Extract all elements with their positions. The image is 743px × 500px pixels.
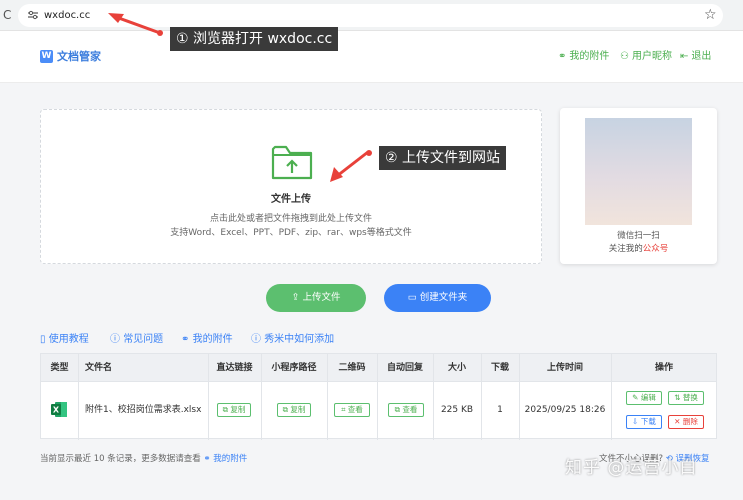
copy-label: 复制 — [290, 405, 306, 414]
folder-upload-icon — [271, 145, 313, 180]
col-filename: 文件名 — [85, 363, 113, 373]
help-link-label: 秀米中如何添加 — [264, 334, 335, 345]
delete-button[interactable]: ✕ 删除 — [668, 415, 704, 429]
copy-mini-path-button[interactable]: ⧉ 复制 — [277, 403, 311, 417]
help-link-xiumi[interactable]: ⓘ 秀米中如何添加 — [251, 333, 334, 347]
view-auto-reply-button[interactable]: ⧉ 查看 — [388, 403, 424, 417]
view-label: 查看 — [402, 405, 418, 414]
col-type: 类型 — [50, 363, 69, 373]
qr-caption-follow: 关注我的公众号 — [560, 242, 717, 254]
col-qrcode: 二维码 — [338, 363, 366, 373]
help-link-label: 常见问题 — [123, 334, 164, 345]
col-upload-time: 上传时间 — [546, 363, 583, 373]
excel-icon: X — [51, 402, 67, 417]
help-link-faq[interactable]: ⓘ 常见问题 — [110, 333, 163, 347]
replace-label: 替换 — [682, 393, 698, 402]
file-name-cell[interactable]: 附件1、校招岗位需求表.xlsx — [78, 382, 208, 439]
logout-icon: ⇤ — [680, 51, 689, 62]
footer-note-text: 当前显示最近 10 条记录，更多数据请查看 — [40, 454, 201, 464]
nav-label: 我的附件 — [569, 51, 610, 62]
link-icon: ⚭ — [558, 51, 567, 62]
view-label: 查看 — [347, 405, 363, 414]
annotation-step-2: ② 上传文件到网站 — [379, 146, 507, 170]
help-link-my-attachments[interactable]: ⚭ 我的附件 — [181, 333, 233, 347]
qr-caption-prefix: 关注我的 — [608, 244, 643, 254]
annotation-step-1: ① 浏览器打开 wxdoc.cc — [170, 27, 339, 51]
nav-user-nickname[interactable]: ⚇ 用户昵称 — [620, 50, 672, 64]
logo-text[interactable]: 文档管家 — [57, 49, 101, 64]
download-button[interactable]: ⇩ 下载 — [626, 415, 662, 429]
url-text[interactable]: wxdoc.cc — [44, 9, 90, 22]
folder-icon: ▭ — [407, 292, 417, 303]
user-icon: ⚇ — [620, 51, 629, 62]
reload-icon[interactable]: C — [3, 8, 11, 22]
upload-formats: 支持Word、Excel、PPT、PDF、zip、rar、wps等格式文件 — [170, 228, 412, 238]
files-table: 类型 文件名 直达链接 小程序路径 二维码 自动回复 大小 下载 上传时间 操作… — [40, 353, 717, 440]
col-downloads: 下载 — [490, 363, 509, 373]
col-auto-reply: 自动回复 — [386, 363, 423, 373]
copy-label: 复制 — [230, 405, 246, 414]
qr-caption-highlight: 公众号 — [642, 244, 669, 254]
info-icon: ⓘ — [251, 334, 261, 345]
app-header: W 文档管家 ⚭ 我的附件 ⚇ 用户昵称 ⇤ 退出 — [0, 31, 743, 83]
logo-icon: W — [40, 50, 53, 63]
address-bar[interactable] — [18, 4, 723, 27]
help-link-label: 使用教程 — [48, 334, 89, 345]
upload-hint: 点击此处或者把文件拖拽到此处上传文件 — [209, 214, 372, 224]
upload-file-button[interactable]: ⇪ 上传文件 — [266, 284, 366, 312]
create-folder-button[interactable]: ▭ 创建文件夹 — [384, 284, 491, 312]
upload-time-cell: 2025/09/25 18:26 — [524, 405, 606, 415]
site-settings-icon[interactable] — [27, 9, 39, 21]
upload-icon: ⇪ — [291, 292, 300, 303]
download-label: 下载 — [640, 417, 656, 426]
replace-button[interactable]: ⇅ 替换 — [668, 391, 704, 405]
qr-caption-scan: 微信扫一扫 — [617, 231, 660, 241]
upload-title: 文件上传 — [271, 194, 311, 205]
help-link-tutorial[interactable]: ▯ 使用教程 — [40, 333, 89, 347]
col-size: 大小 — [447, 363, 466, 373]
footer-link-label: 我的附件 — [213, 454, 248, 464]
copy-direct-link-button[interactable]: ⧉ 复制 — [217, 403, 251, 417]
upload-dropzone[interactable]: 文件上传 点击此处或者把文件拖拽到此处上传文件 支持Word、Excel、PPT… — [40, 109, 542, 264]
edit-label: 编辑 — [640, 393, 656, 402]
qr-code-image — [585, 118, 692, 225]
nav-logout[interactable]: ⇤ 退出 — [680, 50, 711, 64]
upload-button-label: 上传文件 — [302, 292, 341, 303]
view-qrcode-button[interactable]: ⌗ 查看 — [334, 403, 370, 417]
nav-label: 退出 — [691, 51, 712, 62]
qr-panel: 微信扫一扫 关注我的公众号 — [560, 108, 717, 264]
file-size-cell: 225 KB — [440, 405, 474, 415]
bookmark-star-icon[interactable]: ☆ — [704, 6, 717, 24]
nav-label: 用户昵称 — [631, 51, 672, 62]
col-mini-path: 小程序路径 — [271, 363, 317, 373]
annotation-dot — [157, 30, 163, 36]
delete-label: 删除 — [682, 417, 698, 426]
download-count-cell: 1 — [497, 405, 503, 415]
help-link-label: 我的附件 — [192, 334, 233, 345]
annotation-dot — [366, 150, 372, 156]
watermark: 知乎 @运营小白 — [565, 458, 698, 478]
footer-my-attachments-link[interactable]: ⚭ 我的附件 — [203, 454, 247, 464]
create-folder-label: 创建文件夹 — [419, 292, 468, 303]
browser-bar: C wxdoc.cc ☆ — [0, 0, 743, 31]
link-icon: ⚭ — [181, 334, 190, 345]
book-icon: ▯ — [40, 334, 46, 345]
svg-text:X: X — [53, 406, 60, 415]
col-actions: 操作 — [654, 363, 673, 373]
question-icon: ⓘ — [110, 334, 120, 345]
col-direct-link: 直达链接 — [216, 363, 253, 373]
nav-my-attachments[interactable]: ⚭ 我的附件 — [558, 50, 609, 64]
edit-button[interactable]: ✎ 编辑 — [626, 391, 662, 405]
footer-records-note: 当前显示最近 10 条记录，更多数据请查看 ⚭ 我的附件 — [40, 453, 247, 465]
